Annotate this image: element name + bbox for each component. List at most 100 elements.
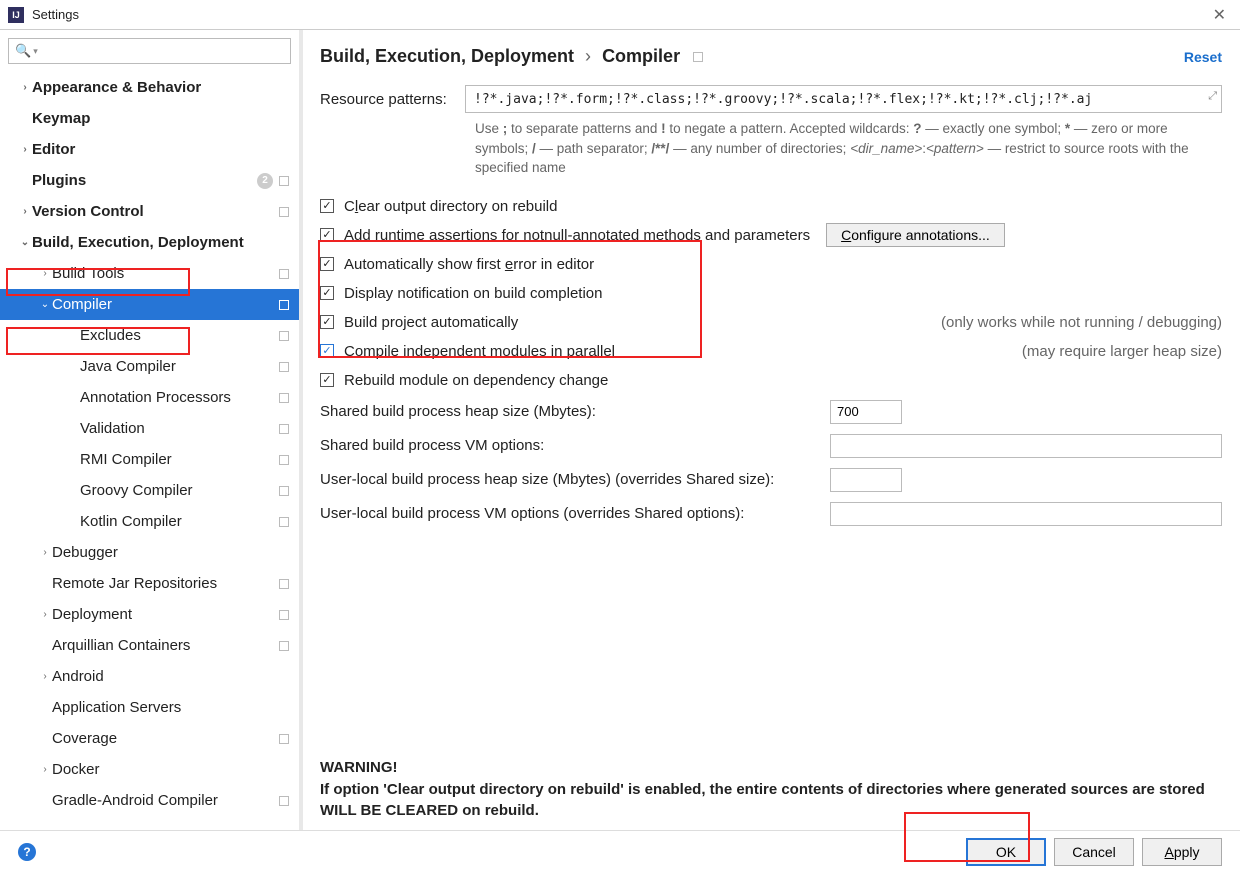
tree-item-validation[interactable]: ›Validation (0, 413, 299, 444)
tree-item-excludes[interactable]: ›Excludes (0, 320, 299, 351)
configure-annotations-button[interactable]: Configure annotations... (826, 223, 1005, 247)
scope-icon (279, 517, 289, 527)
local-heap-input[interactable] (830, 468, 902, 492)
settings-tree: ›Appearance & Behavior›Keymap›Editor›Plu… (0, 72, 299, 830)
runtime-assertions-label: Add runtime assertions for notnull-annot… (344, 227, 810, 244)
compile-parallel-checkbox[interactable]: ✓ (320, 344, 334, 358)
tree-item-build-execution-deployment[interactable]: ⌄Build, Execution, Deployment (0, 227, 299, 258)
chevron-icon: › (18, 206, 32, 217)
tree-item-java-compiler[interactable]: ›Java Compiler (0, 351, 299, 382)
scope-icon (279, 579, 289, 589)
tree-item-label: Debugger (52, 544, 299, 561)
main-panel: Build, Execution, Deployment › Compiler … (300, 30, 1240, 830)
scope-icon (279, 641, 289, 651)
clear-output-checkbox[interactable]: ✓ (320, 199, 334, 213)
tree-item-label: Docker (52, 761, 299, 778)
titlebar: IJ Settings ✕ (0, 0, 1240, 30)
build-auto-label: Build project automatically (344, 314, 518, 331)
shared-heap-label: Shared build process heap size (Mbytes): (320, 403, 830, 420)
help-icon[interactable]: ? (18, 843, 36, 861)
scope-icon (279, 796, 289, 806)
scope-icon (279, 734, 289, 744)
tree-item-kotlin-compiler[interactable]: ›Kotlin Compiler (0, 506, 299, 537)
expand-icon[interactable]: ⤢ (1208, 89, 1217, 103)
reset-link[interactable]: Reset (1184, 49, 1222, 65)
display-notification-checkbox[interactable]: ✓ (320, 286, 334, 300)
tree-item-compiler[interactable]: ⌄Compiler (0, 289, 299, 320)
tree-item-version-control[interactable]: ›Version Control (0, 196, 299, 227)
shared-vm-input[interactable] (830, 434, 1222, 458)
tree-item-build-tools[interactable]: ›Build Tools (0, 258, 299, 289)
tree-item-keymap[interactable]: ›Keymap (0, 103, 299, 134)
tree-item-android[interactable]: ›Android (0, 661, 299, 692)
resource-help-text: Use ; to separate patterns and ! to nega… (475, 119, 1222, 178)
cancel-button[interactable]: Cancel (1054, 838, 1134, 866)
shared-vm-label: Shared build process VM options: (320, 437, 830, 454)
tree-item-label: Arquillian Containers (52, 637, 279, 654)
tree-item-label: Version Control (32, 203, 279, 220)
tree-item-label: Keymap (32, 110, 299, 127)
window-title: Settings (32, 7, 1207, 22)
tree-item-annotation-processors[interactable]: ›Annotation Processors (0, 382, 299, 413)
tree-item-rmi-compiler[interactable]: ›RMI Compiler (0, 444, 299, 475)
tree-item-label: Editor (32, 141, 299, 158)
shared-heap-input[interactable] (830, 400, 902, 424)
tree-item-coverage[interactable]: ›Coverage (0, 723, 299, 754)
local-vm-label: User-local build process VM options (ove… (320, 505, 830, 522)
chevron-icon: ⌄ (38, 299, 52, 310)
tree-item-plugins[interactable]: ›Plugins2 (0, 165, 299, 196)
tree-item-label: Deployment (52, 606, 279, 623)
tree-item-label: RMI Compiler (80, 451, 279, 468)
scope-icon (693, 52, 703, 62)
scope-icon (279, 362, 289, 372)
clear-output-label: Clear output directory on rebuild (344, 198, 557, 215)
compile-parallel-label: Compile independent modules in parallel (344, 343, 615, 360)
tree-item-debugger[interactable]: ›Debugger (0, 537, 299, 568)
scope-icon (279, 393, 289, 403)
build-auto-checkbox[interactable]: ✓ (320, 315, 334, 329)
scope-icon (279, 300, 289, 310)
tree-item-label: Validation (80, 420, 279, 437)
chevron-icon: ⌄ (18, 237, 32, 248)
tree-item-remote-jar-repositories[interactable]: ›Remote Jar Repositories (0, 568, 299, 599)
chevron-icon: › (38, 764, 52, 775)
ok-button[interactable]: OK (966, 838, 1046, 866)
local-vm-input[interactable] (830, 502, 1222, 526)
compile-parallel-hint: (may require larger heap size) (1002, 343, 1222, 360)
tree-item-label: Kotlin Compiler (80, 513, 279, 530)
chevron-icon: › (38, 609, 52, 620)
rebuild-module-checkbox[interactable]: ✓ (320, 373, 334, 387)
search-input[interactable]: 🔍▾ (8, 38, 291, 64)
resource-patterns-label: Resource patterns: (320, 91, 465, 108)
tree-item-arquillian-containers[interactable]: ›Arquillian Containers (0, 630, 299, 661)
tree-item-label: Appearance & Behavior (32, 79, 299, 96)
scope-icon (279, 455, 289, 465)
tree-item-label: Java Compiler (80, 358, 279, 375)
tree-item-label: Excludes (80, 327, 279, 344)
tree-item-docker[interactable]: ›Docker (0, 754, 299, 785)
tree-item-label: Groovy Compiler (80, 482, 279, 499)
chevron-icon: › (18, 82, 32, 93)
resource-patterns-input[interactable]: !?*.java;!?*.form;!?*.class;!?*.groovy;!… (465, 85, 1222, 113)
scope-icon (279, 269, 289, 279)
tree-item-groovy-compiler[interactable]: ›Groovy Compiler (0, 475, 299, 506)
scope-icon (279, 176, 289, 186)
tree-item-label: Annotation Processors (80, 389, 279, 406)
runtime-assertions-checkbox[interactable]: ✓ (320, 228, 334, 242)
close-icon[interactable]: ✕ (1207, 5, 1232, 25)
auto-show-error-checkbox[interactable]: ✓ (320, 257, 334, 271)
tree-item-label: Android (52, 668, 299, 685)
tree-item-gradle-android-compiler[interactable]: ›Gradle-Android Compiler (0, 785, 299, 816)
tree-item-label: Compiler (52, 296, 279, 313)
chevron-down-icon: ▾ (33, 46, 38, 57)
tree-item-appearance-behavior[interactable]: ›Appearance & Behavior (0, 72, 299, 103)
chevron-icon: › (38, 268, 52, 279)
rebuild-module-label: Rebuild module on dependency change (344, 372, 608, 389)
tree-item-editor[interactable]: ›Editor (0, 134, 299, 165)
tree-item-label: Plugins (32, 172, 257, 189)
tree-item-deployment[interactable]: ›Deployment (0, 599, 299, 630)
tree-item-label: Build Tools (52, 265, 279, 282)
scope-icon (279, 207, 289, 217)
tree-item-application-servers[interactable]: ›Application Servers (0, 692, 299, 723)
apply-button[interactable]: Apply (1142, 838, 1222, 866)
